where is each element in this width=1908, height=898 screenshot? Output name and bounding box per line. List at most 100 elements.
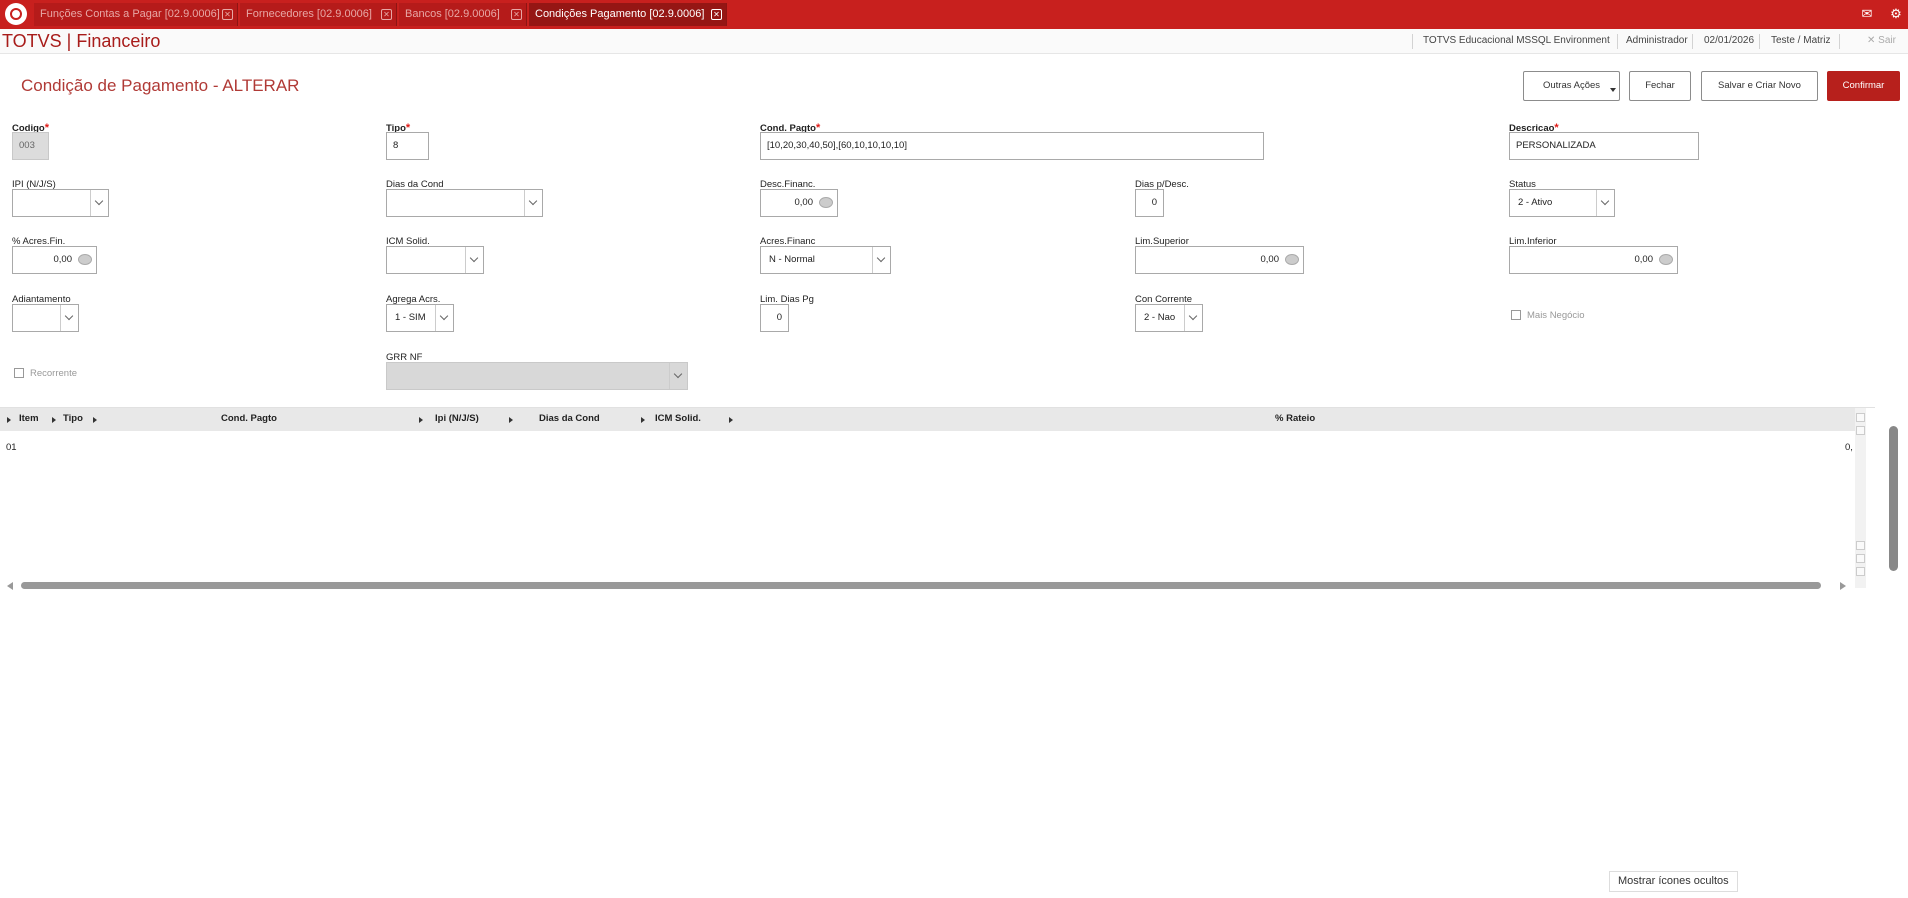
chevron-down-icon (1596, 190, 1614, 216)
column-marker-icon (93, 417, 97, 423)
column-marker-icon (509, 417, 513, 423)
settings-icon[interactable]: ⚙ (1887, 5, 1905, 23)
desc-financ-field[interactable]: 0,00 (760, 189, 838, 217)
divider (1839, 34, 1840, 49)
scroll-bottom-icon[interactable] (1856, 567, 1865, 576)
scroll-down-icon[interactable] (1856, 554, 1865, 563)
tab-label: Fornecedores [02.9.0006] (246, 8, 372, 20)
col-tipo[interactable]: Tipo (63, 413, 83, 424)
calculator-icon[interactable] (819, 197, 833, 208)
col-rateio[interactable]: % Rateio (1275, 413, 1315, 424)
close-icon[interactable]: ✕ (711, 9, 722, 20)
divider (1759, 34, 1760, 49)
chevron-down-icon (435, 305, 453, 331)
status-select[interactable]: 2 - Ativo (1509, 189, 1615, 217)
ipi-select[interactable] (12, 189, 109, 217)
column-marker-icon (7, 417, 11, 423)
dias-cond-select[interactable] (386, 189, 543, 217)
scrollbar-thumb[interactable] (1889, 426, 1898, 571)
salvar-criar-novo-button[interactable]: Salvar e Criar Novo (1701, 71, 1818, 101)
lim-dias-pg-field[interactable]: 0 (760, 304, 789, 332)
chevron-down-icon (1184, 305, 1202, 331)
calculator-icon[interactable] (1285, 254, 1299, 265)
scroll-up-icon[interactable] (1856, 426, 1865, 435)
column-marker-icon (729, 417, 733, 423)
close-icon[interactable]: ✕ (511, 9, 522, 20)
page-vertical-scrollbar[interactable] (1889, 410, 1898, 571)
icm-solid-select[interactable] (386, 246, 484, 274)
column-marker-icon (52, 417, 56, 423)
cond-pagto-field[interactable]: [10,20,30,40,50],[60,10,10,10,10] (760, 132, 1264, 160)
chevron-down-icon (872, 247, 890, 273)
col-item[interactable]: Item (19, 413, 39, 424)
calculator-icon[interactable] (1659, 254, 1673, 265)
scroll-top-icon[interactable] (1856, 413, 1865, 422)
chevron-down-icon (60, 305, 78, 331)
col-dias-cond[interactable]: Dias da Cond (539, 413, 600, 424)
col-ipi[interactable]: Ipi (N/J/S) (435, 413, 479, 424)
scroll-left-icon[interactable] (7, 582, 13, 590)
agrega-acrs-select[interactable]: 1 - SIM (386, 304, 454, 332)
tab-fornecedores[interactable]: Fornecedores [02.9.0006] ✕ (240, 3, 397, 26)
fechar-button[interactable]: Fechar (1629, 71, 1691, 101)
tab-label: Funções Contas a Pagar [02.9.0006] (40, 8, 220, 20)
chevron-down-icon (90, 190, 108, 216)
divider (1412, 34, 1413, 49)
confirmar-button[interactable]: Confirmar (1827, 71, 1900, 101)
tipo-field[interactable]: 8 (386, 132, 429, 160)
date-label: 02/01/2026 (1704, 35, 1755, 46)
totvs-logo-icon[interactable] (5, 3, 27, 25)
user-label: Administrador (1626, 35, 1688, 46)
col-cond-pagto[interactable]: Cond. Pagto (221, 413, 277, 424)
recorrente-label: Recorrente (30, 368, 77, 379)
hidden-icons-tooltip: Mostrar ícones ocultos (1609, 871, 1738, 892)
descricao-field[interactable]: PERSONALIZADA (1509, 132, 1699, 160)
logout-button[interactable]: ✕ Sair (1867, 35, 1896, 46)
scrollbar-thumb[interactable] (21, 582, 1821, 589)
divider (1692, 34, 1693, 49)
lim-superior-field[interactable]: 0,00 (1135, 246, 1304, 274)
lim-inferior-field[interactable]: 0,00 (1509, 246, 1678, 274)
col-icm-solid[interactable]: ICM Solid. (655, 413, 701, 424)
grid-header: Item Tipo Cond. Pagto Ipi (N/J/S) Dias d… (0, 408, 1858, 431)
close-icon[interactable]: ✕ (381, 9, 392, 20)
adiantamento-select[interactable] (12, 304, 79, 332)
recorrente-checkbox[interactable] (14, 368, 24, 378)
chevron-down-icon (669, 363, 687, 389)
scroll-up-icon[interactable] (1856, 541, 1865, 550)
page-title: Condição de Pagamento - ALTERAR (21, 76, 300, 95)
chevron-down-icon (465, 247, 483, 273)
chevron-down-icon (524, 190, 542, 216)
caret-down-icon (1610, 88, 1616, 92)
acres-fin-field[interactable]: 0,00 (12, 246, 97, 274)
mail-icon[interactable]: ✉ (1858, 5, 1876, 23)
close-icon[interactable]: ✕ (222, 9, 233, 20)
mais-negocio-label: Mais Negócio (1527, 310, 1585, 321)
logout-label: Sair (1878, 35, 1896, 46)
codigo-field[interactable]: 003 (12, 132, 49, 160)
acres-financ-select[interactable]: N - Normal (760, 246, 891, 274)
grid-cell-rateio[interactable]: 0, (1845, 442, 1853, 453)
tab-bar: Funções Contas a Pagar [02.9.0006] ✕ For… (0, 0, 1908, 29)
app-header: TOTVS | Financeiro TOTVS Educacional MSS… (0, 29, 1908, 54)
tab-funcoes-contas-pagar[interactable]: Funções Contas a Pagar [02.9.0006] ✕ (34, 3, 238, 26)
tab-condicoes-pagamento[interactable]: Condições Pagamento [02.9.0006] ✕ (529, 3, 727, 26)
grr-nf-select (386, 362, 688, 390)
app-title: TOTVS | Financeiro (2, 31, 161, 51)
grid-vertical-scrollbar[interactable] (1855, 408, 1866, 588)
environment-label: TOTVS Educacional MSSQL Environment (1423, 35, 1610, 46)
column-marker-icon (419, 417, 423, 423)
tab-bancos[interactable]: Bancos [02.9.0006] ✕ (399, 3, 527, 26)
items-grid: Item Tipo Cond. Pagto Ipi (N/J/S) Dias d… (0, 407, 1875, 590)
grid-horizontal-scrollbar[interactable] (0, 578, 1858, 591)
mais-negocio-checkbox[interactable] (1511, 310, 1521, 320)
scroll-right-icon[interactable] (1840, 582, 1846, 590)
grid-cell-item[interactable]: 01 (6, 442, 17, 453)
column-marker-icon (641, 417, 645, 423)
con-corrente-select[interactable]: 2 - Nao (1135, 304, 1203, 332)
outras-acoes-label: Outras Ações (1542, 80, 1601, 91)
outras-acoes-button[interactable]: Outras Ações (1523, 71, 1620, 101)
tab-label: Bancos [02.9.0006] (405, 8, 500, 20)
calculator-icon[interactable] (78, 254, 92, 265)
dias-p-desc-field[interactable]: 0 (1135, 189, 1164, 217)
